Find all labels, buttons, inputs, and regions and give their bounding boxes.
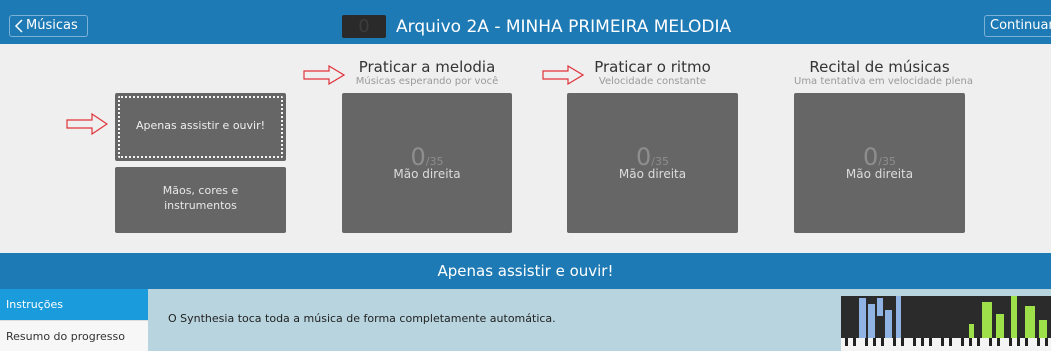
chevron-left-icon bbox=[14, 19, 23, 33]
top-bar: Músicas 0 Arquivo 2A - MINHA PRIMEIRA ME… bbox=[0, 0, 1051, 44]
practice-melody-card[interactable]: 0/35 Mão direita bbox=[342, 93, 512, 233]
rhythm-title: Praticar o ritmo bbox=[594, 58, 711, 76]
arrow-right-icon bbox=[66, 113, 108, 135]
sidebar: Instruções Resumo do progresso bbox=[0, 289, 148, 351]
hands-colors-instruments-button[interactable]: Mãos, cores e instrumentos bbox=[115, 167, 286, 233]
melody-subtitle: Músicas esperando por você bbox=[355, 76, 499, 87]
piano-preview-image bbox=[841, 296, 1051, 351]
arrow-right-icon bbox=[303, 65, 345, 85]
recital-subtitle: Uma tentativa em velocidade plena bbox=[794, 76, 973, 87]
rhythm-header: Praticar o ritmo Velocidade constante bbox=[567, 59, 738, 88]
instructions-text: O Synthesia toca toda a música de forma … bbox=[168, 312, 556, 325]
section-title-bar: Apenas assistir e ouvir! bbox=[0, 253, 1051, 289]
back-button-label: Músicas bbox=[26, 18, 78, 33]
watch-and-listen-button[interactable]: Apenas assistir e ouvir! bbox=[115, 93, 286, 161]
recital-title: Recital de músicas bbox=[809, 58, 950, 76]
page-title: Arquivo 2A - MINHA PRIMEIRA MELODIA bbox=[396, 17, 732, 37]
continue-button[interactable]: Continuar bbox=[984, 15, 1051, 37]
rhythm-subtitle: Velocidade constante bbox=[598, 76, 707, 87]
sidebar-item-instructions[interactable]: Instruções bbox=[0, 289, 148, 320]
melody-header: Praticar a melodia Músicas esperando por… bbox=[342, 59, 512, 88]
watch-and-listen-label: Apenas assistir e ouvir! bbox=[135, 119, 266, 132]
sidebar-item-progress-summary[interactable]: Resumo do progresso bbox=[0, 320, 148, 351]
practice-rhythm-card[interactable]: 0/35 Mão direita bbox=[567, 93, 738, 233]
recital-card[interactable]: 0/35 Mão direita bbox=[794, 93, 965, 233]
instructions-panel: O Synthesia toca toda a música de forma … bbox=[148, 289, 1051, 351]
melody-title: Praticar a melodia bbox=[358, 58, 496, 76]
recital-hand-label: Mão direita bbox=[845, 167, 914, 181]
melody-hand-label: Mão direita bbox=[393, 167, 461, 181]
song-counter: 0 bbox=[342, 15, 386, 38]
rhythm-hand-label: Mão direita bbox=[618, 167, 687, 181]
recital-header: Recital de músicas Uma tentativa em velo… bbox=[794, 58, 973, 88]
back-button[interactable]: Músicas bbox=[9, 15, 88, 37]
hands-colors-instruments-label: Mãos, cores e instrumentos bbox=[162, 184, 239, 212]
